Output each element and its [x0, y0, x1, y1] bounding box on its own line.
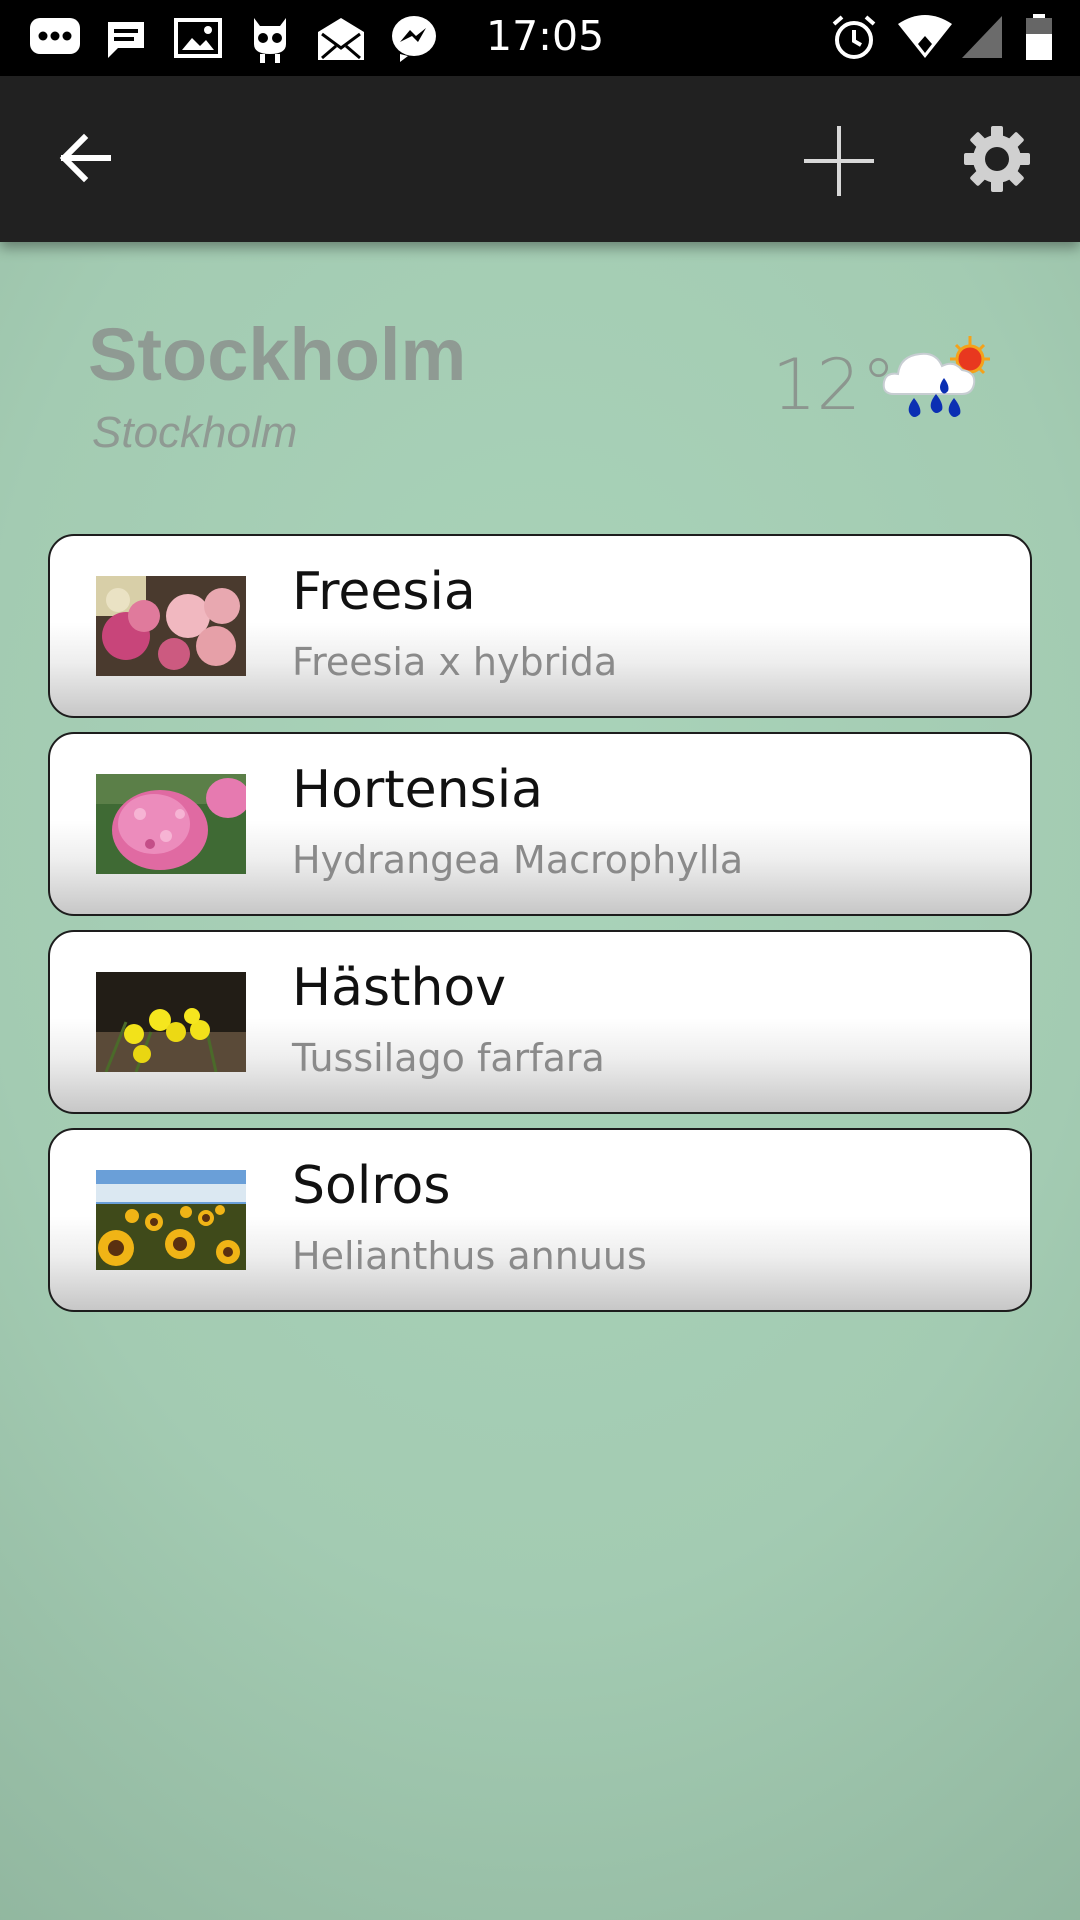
plant-name: Hortensia: [292, 760, 544, 820]
toolbar: [0, 76, 1080, 242]
gear-icon[interactable]: [962, 124, 1032, 194]
list-item[interactable]: Hästhov Tussilago farfara: [48, 930, 1032, 1114]
more-chat-icon: [30, 18, 80, 54]
image-icon: [174, 18, 222, 58]
cyanogen-icon: [254, 18, 286, 63]
temperature: 12°: [772, 344, 897, 426]
alarm-icon: [832, 15, 876, 59]
back-arrow-icon[interactable]: [56, 132, 112, 184]
plant-name: Hästhov: [292, 958, 506, 1018]
plant-name: Freesia: [292, 562, 476, 622]
battery-icon: [1026, 14, 1052, 60]
plant-latin-name: Freesia x hybrida: [292, 640, 618, 684]
region-name: Stockholm: [92, 408, 298, 457]
plant-thumbnail: [96, 576, 246, 676]
plus-icon[interactable]: [802, 124, 876, 198]
plant-name: Solros: [292, 1156, 451, 1216]
plant-latin-name: Tussilago farfara: [292, 1036, 605, 1080]
plant-latin-name: Hydrangea Macrophylla: [292, 838, 744, 882]
message-icon: [108, 22, 144, 58]
rain-cloud-sun-icon: [882, 336, 990, 417]
list-item[interactable]: Hortensia Hydrangea Macrophylla: [48, 732, 1032, 916]
plant-latin-name: Helianthus annuus: [292, 1234, 647, 1278]
messenger-icon: [392, 16, 436, 62]
plant-thumbnail: [96, 774, 246, 874]
list-item[interactable]: Solros Helianthus annuus: [48, 1128, 1032, 1312]
mail-icon: [318, 18, 364, 60]
list-item[interactable]: Freesia Freesia x hybrida: [48, 534, 1032, 718]
plant-thumbnail: [96, 972, 246, 1072]
wifi-icon: [898, 15, 952, 58]
status-time: 17:05: [486, 12, 605, 60]
plant-thumbnail: [96, 1170, 246, 1270]
city-name: Stockholm: [88, 313, 467, 396]
status-bar: 17:05: [0, 0, 1080, 76]
signal-icon: [962, 16, 1002, 58]
